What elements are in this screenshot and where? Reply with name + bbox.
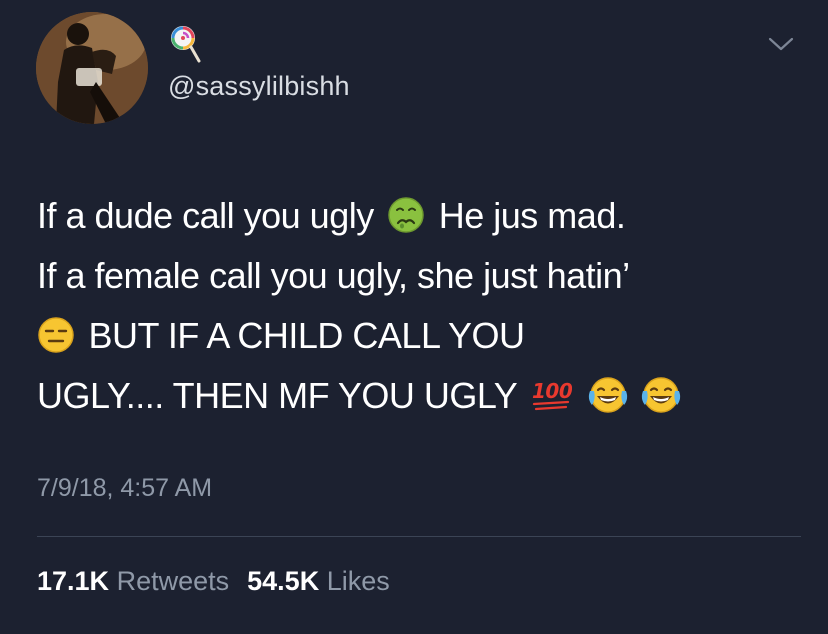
face-with-tears-of-joy-icon bbox=[588, 377, 627, 414]
tweet-line-2: If a female call you ugly, she just hati… bbox=[37, 255, 630, 296]
face-with-tears-of-joy-icon bbox=[642, 377, 681, 414]
retweets-label: Retweets bbox=[116, 566, 230, 596]
expressionless-face-icon bbox=[38, 317, 74, 354]
tweet-text: If a dude call you ugly He jus mad. If a… bbox=[37, 186, 807, 426]
likes-count: 54.5K bbox=[247, 566, 320, 596]
retweets-count: 17.1K bbox=[37, 566, 110, 596]
tweet-line-3: BUT IF A CHILD CALL YOU bbox=[37, 306, 807, 366]
tweet-line-1: If a dude call you ugly He jus mad. bbox=[37, 186, 807, 246]
tweet-line-1-end: He jus mad. bbox=[438, 195, 626, 236]
retweets-stat[interactable]: 17.1K Retweets bbox=[37, 566, 229, 596]
tweet-line-3-text: BUT IF A CHILD CALL YOU bbox=[88, 315, 526, 356]
nauseated-face-icon bbox=[388, 197, 424, 234]
svg-text:100: 100 bbox=[532, 379, 572, 403]
tweet-timestamp[interactable]: 7/9/18, 4:57 AM bbox=[37, 474, 212, 503]
tweet-stats: 17.1K Retweets 54.5K Likes bbox=[37, 566, 390, 597]
avatar[interactable] bbox=[36, 12, 148, 124]
tweet-card: @sassylilbishh If a dude call you ugly H… bbox=[0, 0, 828, 634]
tweet-line-1-start: If a dude call you ugly bbox=[37, 195, 374, 236]
tweet-line-4-text: UGLY.... THEN MF YOU UGLY bbox=[37, 375, 517, 416]
chevron-down-icon[interactable] bbox=[766, 34, 796, 54]
divider bbox=[37, 536, 801, 537]
likes-stat[interactable]: 54.5K Likes bbox=[247, 566, 390, 596]
tweet-line-4: UGLY.... THEN MF YOU UGLY 100 bbox=[37, 366, 807, 426]
lollipop-icon bbox=[171, 26, 201, 63]
hundred-points-icon: 100 bbox=[532, 379, 572, 411]
user-handle[interactable]: @sassylilbishh bbox=[168, 71, 350, 102]
likes-label: Likes bbox=[326, 566, 390, 596]
